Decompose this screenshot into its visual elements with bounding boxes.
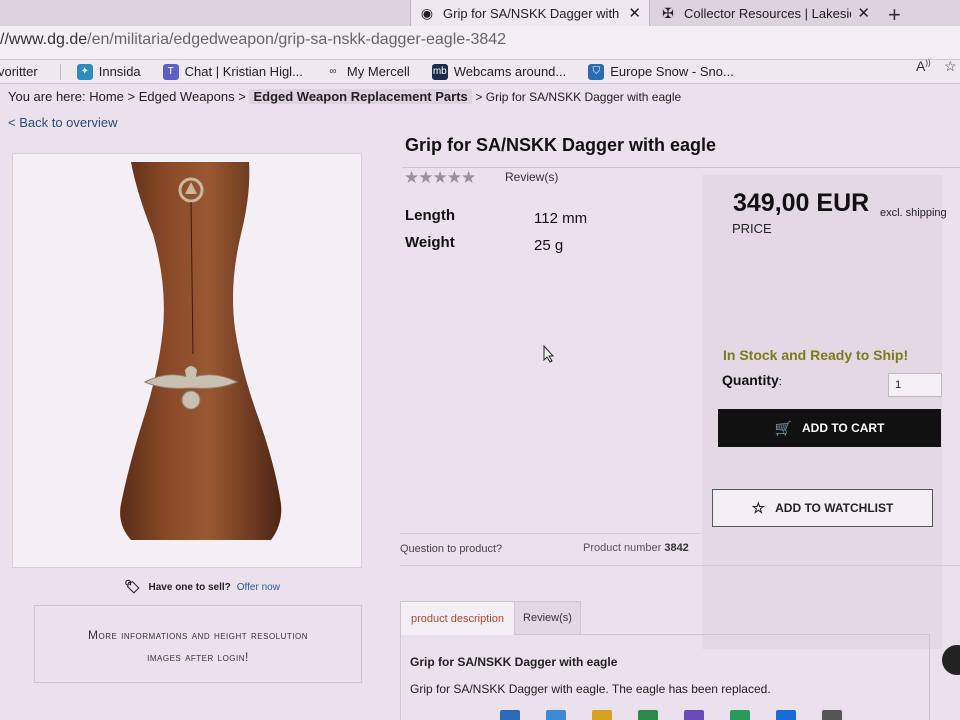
mouse-cursor-icon — [543, 345, 555, 363]
quantity-label: Quantity: — [722, 372, 782, 388]
taskbar — [500, 708, 960, 720]
add-to-cart-label: ADD TO CART — [801, 421, 885, 435]
product-number: Product number 3842 — [583, 542, 689, 554]
reviews-link[interactable]: Review(s) — [505, 170, 558, 184]
browser-tab-inactive[interactable]: ✠ Collector Resources | Lakesidetrad ✕ — [652, 0, 878, 26]
close-icon[interactable]: ✕ — [857, 4, 870, 22]
tab-reviews[interactable]: Review(s) — [515, 601, 581, 635]
browser-tab-bar: ◉ Grip for SA/NSKK Dagger with eag ✕ ✠ C… — [0, 0, 960, 28]
bookmark-label: My Mercell — [346, 64, 410, 79]
add-to-watchlist-label: ADD TO WATCHLIST — [775, 501, 894, 515]
breadcrumb-edged-weapons[interactable]: Edged Weapons — [139, 89, 235, 104]
taskbar-app-icon[interactable] — [776, 710, 796, 720]
address-bar[interactable]: //www.dg.de/en/militaria/edgedweapon/gri… — [0, 26, 960, 60]
url-domain: //www.dg.de — [0, 31, 88, 48]
sell-text: Have one to sell? — [148, 581, 231, 593]
url-path: /en/militaria/edgedweapon/grip-sa-nskk-d… — [87, 31, 507, 48]
divider — [400, 533, 700, 534]
bookmark-label: Innsida — [98, 64, 141, 79]
teams-icon: T — [162, 63, 179, 80]
product-number-label: Product number — [583, 542, 662, 554]
browser-tab-label: Collector Resources | Lakesidetrad — [684, 5, 851, 21]
page-content: You are here: Home > Edged Weapons > Edg… — [0, 85, 960, 720]
spec-weight-value: 25 g — [534, 237, 564, 254]
iron-cross-icon: ✠ — [662, 4, 674, 21]
product-number-value: 3842 — [664, 542, 689, 554]
login-notice-line1: More informations and height resolution — [87, 628, 309, 642]
read-aloud-icon[interactable]: A)) — [916, 58, 931, 74]
wifi-icon[interactable] — [822, 710, 842, 720]
bookmark-divider — [59, 63, 61, 80]
product-tabs: product description Review(s) — [400, 601, 930, 635]
bookmark-chat[interactable]: T Chat | Kristian Higl... — [162, 63, 303, 80]
product-image[interactable] — [12, 153, 362, 568]
quantity-label-text: Quantity — [722, 372, 779, 388]
divider — [402, 167, 960, 168]
bookmark-label: Chat | Kristian Higl... — [184, 64, 303, 79]
taskbar-app-icon[interactable] — [684, 710, 704, 720]
spec-weight-label: Weight — [405, 234, 455, 251]
description-text: Grip for SA/NSKK Dagger with eagle. The … — [410, 682, 771, 696]
have-one-to-sell: 🏷 Have one to sell? Offer now — [124, 579, 280, 595]
star-icon: ☆ — [751, 500, 766, 517]
shipping-note: excl. shipping — [880, 207, 947, 219]
add-to-cart-button[interactable]: 🛒 ADD TO CART — [718, 409, 941, 447]
tag-icon: 🏷 — [124, 579, 141, 594]
browser-tab-active[interactable]: ◉ Grip for SA/NSKK Dagger with eag ✕ — [410, 0, 650, 26]
bookmark-favorites[interactable]: voritter — [0, 64, 38, 79]
question-to-product-link[interactable]: Question to product? — [400, 543, 502, 555]
new-tab-icon[interactable]: + — [888, 2, 901, 28]
spec-length-label: Length — [405, 207, 455, 224]
bookmark-label: Europe Snow - Sno... — [610, 64, 734, 79]
shield-icon: ⛉ — [588, 63, 605, 80]
more-icon[interactable]: ☆ — [944, 58, 957, 75]
bookmark-europe-snow[interactable]: ⛉ Europe Snow - Sno... — [588, 63, 734, 80]
login-notice-line2: images after login! — [147, 650, 249, 664]
bookmark-innsida[interactable]: ✦ Innsida — [76, 63, 141, 80]
product-title: Grip for SA/NSKK Dagger with eagle — [405, 135, 717, 155]
spec-length-value: 112 mm — [534, 210, 588, 227]
breadcrumb-prefix: You are here: — [8, 89, 86, 104]
dagger-grip-image — [120, 162, 282, 540]
bookmark-webcams[interactable]: mb Webcams around... — [431, 63, 567, 80]
taskbar-app-icon[interactable] — [638, 710, 658, 720]
taskbar-app-icon[interactable] — [546, 710, 566, 720]
mercell-icon: ∞ — [329, 66, 337, 77]
divider — [400, 565, 960, 566]
quantity-input[interactable]: 1 — [888, 373, 942, 397]
innsida-icon: ✦ — [76, 63, 93, 80]
url-text[interactable]: //www.dg.de/en/militaria/edgedweapon/gri… — [0, 31, 506, 49]
login-notice: More informations and height resolution … — [34, 605, 362, 683]
description-title: Grip for SA/NSKK Dagger with eagle — [410, 655, 618, 669]
price-label: PRICE — [732, 221, 772, 236]
offer-now-link[interactable]: Offer now — [237, 582, 280, 593]
tab-product-description[interactable]: product description — [400, 601, 515, 635]
bookmark-label: voritter — [0, 64, 38, 79]
mb-icon: mb — [431, 63, 448, 80]
quantity-label-suffix: : — [778, 376, 782, 388]
price: 349,00 EUR — [733, 189, 870, 217]
breadcrumb-current: Grip for SA/NSKK Dagger with eagle — [485, 90, 682, 104]
favicon-icon: ◉ — [420, 4, 434, 21]
breadcrumb-replacement-parts[interactable]: Edged Weapon Replacement Parts — [249, 89, 472, 104]
chat-icon[interactable] — [942, 645, 960, 675]
add-to-watchlist-button[interactable]: ☆ ADD TO WATCHLIST — [712, 489, 933, 527]
taskbar-app-icon[interactable] — [592, 710, 612, 720]
back-to-overview-link[interactable]: < Back to overview — [8, 115, 117, 130]
cart-icon: 🛒 — [774, 419, 792, 436]
browser-tab-label: Grip for SA/NSKK Dagger with eag — [443, 5, 622, 21]
breadcrumb-home[interactable]: Home — [89, 89, 124, 104]
bookmark-mercell[interactable]: ∞ My Mercell — [325, 64, 410, 80]
taskbar-app-icon[interactable] — [730, 710, 750, 720]
stock-status: In Stock and Ready to Ship! — [723, 347, 909, 363]
breadcrumb: You are here: Home > Edged Weapons > Edg… — [8, 89, 682, 104]
close-icon[interactable]: ✕ — [628, 4, 641, 22]
rating-stars-icon[interactable]: ★★★★★ — [404, 168, 476, 188]
taskbar-app-icon[interactable] — [500, 710, 520, 720]
bookmark-label: Webcams around... — [453, 64, 567, 79]
bookmarks-bar: voritter ✦ Innsida T Chat | Kristian Hig… — [0, 60, 960, 84]
